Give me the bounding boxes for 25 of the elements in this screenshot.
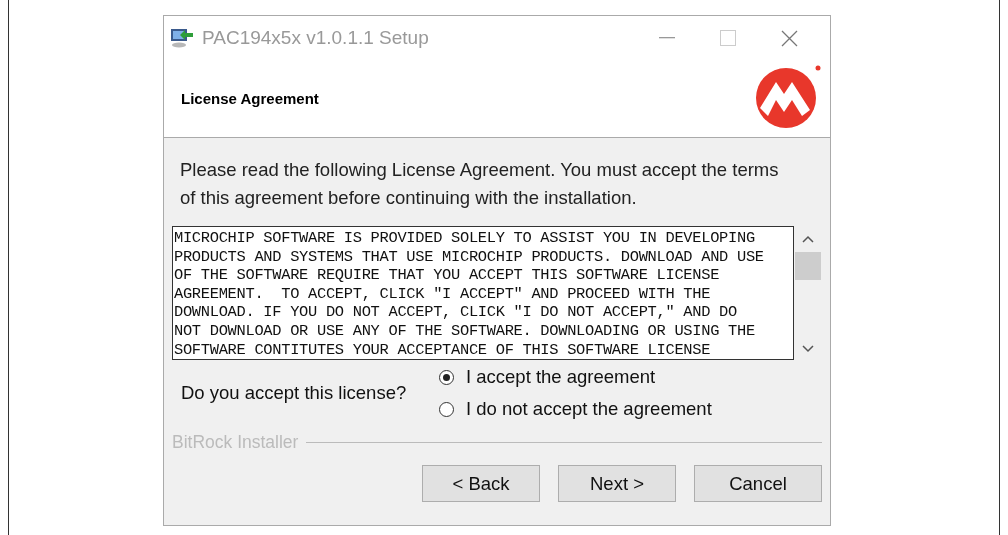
logo-icon (754, 63, 822, 128)
computer-icon (170, 27, 194, 49)
scroll-thumb[interactable] (795, 252, 822, 280)
license-text-line: DOWNLOAD. IF YOU DO NOT ACCEPT, CLICK "I DO NOT ACCEPT," AND DO (174, 303, 738, 322)
license-text-line: OF THE SOFTWARE REQUIRE THAT YOU ACCEPT THIS SOFTWARE LICENSE (174, 266, 721, 285)
license-text-line: MICROCHIP SOFTWARE IS PROVIDED SOLELY TO ASSIST YOU IN DEVELOPING (174, 229, 756, 248)
radio-option[interactable]: I do not accept the agreement (439, 398, 712, 420)
license-text-line: AGREEMENT. TO ACCEPT, CLICK "I ACCEPT" AND PROCEED WITH THE (174, 284, 712, 304)
license-text-line: PRODUCTS AND SYSTEMS THAT USE MICROCHIP PRODUCTS. DOWNLOAD AND USE (174, 247, 765, 267)
license-text-box[interactable] (172, 226, 795, 360)
radio-option[interactable]: I accept the agreement (439, 366, 712, 388)
dialog-button[interactable]: Cancel (694, 465, 822, 502)
close-icon[interactable] (781, 29, 798, 47)
page-heading: License Agreement (181, 90, 319, 107)
dialog-button[interactable]: < Back (422, 465, 540, 502)
scroll-up-icon[interactable] (801, 234, 816, 244)
radio-button[interactable] (439, 401, 454, 417)
dialog-button[interactable]: Next > (558, 465, 676, 502)
instruction-text: Please read the following License Agreement. You must accept the terms of this agreement before continuing with the installation. (180, 158, 780, 210)
license-text-line: NOT DOWNLOAD OR USE ANY OF THE SOFTWARE. DOWNLOADING OR USING THE (174, 321, 756, 341)
window-title: PAC194x5x v1.0.1.1 Setup (202, 27, 429, 49)
radio-button[interactable] (439, 369, 454, 385)
license-text-line: SOFTWARE CONTITUTES YOUR ACCEPTANCE OF THIS SOFTWARE LICENSE (174, 340, 712, 359)
question-label: Do you accept this license? (181, 382, 408, 404)
scroll-down-icon[interactable] (801, 344, 816, 354)
